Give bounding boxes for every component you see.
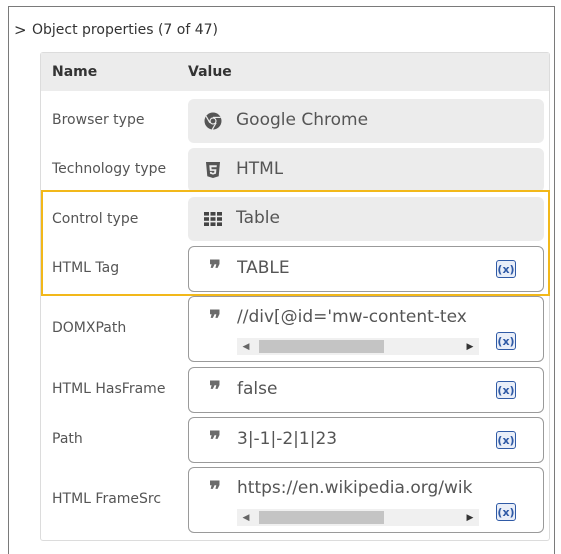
property-label: HTML FrameSrc [52,491,162,507]
scroll-right-arrow-icon[interactable]: ▶ [463,338,477,355]
property-value: TABLE [237,258,290,278]
property-value: false [237,379,278,399]
scroll-left-arrow-icon[interactable]: ◀ [239,509,253,526]
scroll-left-arrow-icon[interactable]: ◀ [239,338,253,355]
insert-variable-button[interactable]: (x) [496,431,516,449]
section-title: Object properties (7 of 47) [32,22,218,38]
column-header-name: Name [52,64,98,80]
property-value: HTML [236,159,284,179]
quote-icon: ❞ [209,477,221,503]
quote-icon: ❞ [209,306,221,332]
property-label: Path [52,431,83,447]
table-row: Browser type Google Chrome [41,99,549,143]
property-value-readonly: Google Chrome [188,99,544,143]
chrome-icon [203,111,223,131]
table-row: Control type Table [41,197,549,241]
quote-icon: ❞ [209,377,221,403]
insert-variable-button[interactable]: (x) [496,503,516,521]
scrollbar-thumb[interactable] [259,340,384,353]
path-field[interactable]: ❞ 3|-1|-2|1|23 (x) [188,417,544,463]
property-value: //div[@id='mw-content-tex [237,307,467,327]
scrollbar-thumb[interactable] [259,511,384,524]
property-label: Browser type [52,112,145,128]
property-value-readonly: Table [188,197,544,241]
table-row: HTML FrameSrc ❞ https://en.wikipedia.org… [41,467,549,533]
html-framesrc-field[interactable]: ❞ https://en.wikipedia.org/wik ◀ ▶ (x) [188,467,544,533]
table-row: HTML Tag ❞ TABLE (x) [41,246,549,292]
property-label: HTML Tag [52,260,120,276]
horizontal-scrollbar[interactable]: ◀ ▶ [237,509,479,526]
properties-table: Name Value Browser type Google Chrome Te… [40,52,550,541]
quote-icon: ❞ [209,427,221,453]
table-row: HTML HasFrame ❞ false (x) [41,367,549,413]
insert-variable-button[interactable]: (x) [496,381,516,399]
property-value: Google Chrome [236,110,369,130]
property-label: Control type [52,211,139,227]
column-header-value: Value [188,64,232,80]
property-value: https://en.wikipedia.org/wik [237,478,473,498]
html5-icon [203,160,223,180]
insert-variable-button[interactable]: (x) [496,332,516,350]
property-label: HTML HasFrame [52,381,166,397]
property-label: Technology type [52,161,167,177]
table-row: DOMXPath ❞ //div[@id='mw-content-tex ◀ ▶… [41,296,549,362]
table-grid-icon [203,209,223,229]
insert-variable-button[interactable]: (x) [496,260,516,278]
object-properties-header[interactable]: > Object properties (7 of 47) [14,20,218,40]
html-hasframe-field[interactable]: ❞ false (x) [188,367,544,413]
domxpath-field[interactable]: ❞ //div[@id='mw-content-tex ◀ ▶ (x) [188,296,544,362]
chevron-right-icon[interactable]: > [14,22,28,38]
horizontal-scrollbar[interactable]: ◀ ▶ [237,338,479,355]
property-value: Table [236,208,280,228]
property-value-readonly: HTML [188,148,544,192]
table-row: Technology type HTML [41,148,549,192]
property-label: DOMXPath [52,320,127,336]
property-value: 3|-1|-2|1|23 [237,429,338,449]
quote-icon: ❞ [209,256,221,282]
table-row: Path ❞ 3|-1|-2|1|23 (x) [41,417,549,463]
scroll-right-arrow-icon[interactable]: ▶ [463,509,477,526]
table-header: Name Value [41,53,549,91]
html-tag-field[interactable]: ❞ TABLE (x) [188,246,544,292]
